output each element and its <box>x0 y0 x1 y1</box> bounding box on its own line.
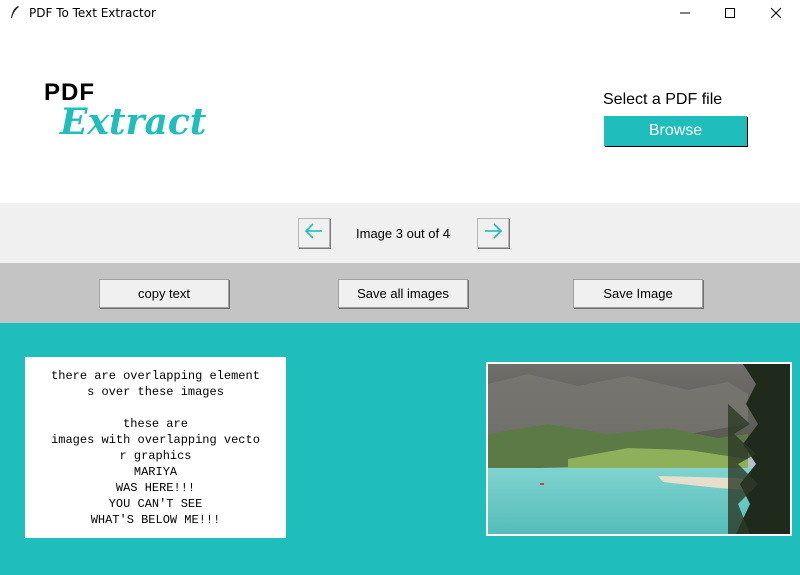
title-bar: PDF To Text Extractor <box>0 0 800 26</box>
maximize-button[interactable] <box>707 0 753 26</box>
text-line: there are overlapping element <box>51 369 260 383</box>
text-line: these are <box>123 417 188 431</box>
save-all-images-button[interactable]: Save all images <box>338 279 468 308</box>
text-line: r graphics <box>119 449 192 463</box>
minimize-icon <box>679 7 691 19</box>
save-image-button[interactable]: Save Image <box>573 279 703 308</box>
copy-text-button[interactable]: copy text <box>99 279 229 308</box>
text-line: images with overlapping vecto <box>51 433 260 447</box>
arrow-left-icon <box>304 222 324 244</box>
logo-extract-text: Extract <box>60 101 207 143</box>
close-icon <box>770 7 782 19</box>
window-title: PDF To Text Extractor <box>29 6 156 20</box>
extracted-text-panel: there are overlapping element s over the… <box>25 357 286 538</box>
text-line: WHAT'S BELOW ME!!! <box>90 513 221 527</box>
extracted-image-preview <box>486 362 792 536</box>
text-line: YOU CAN'T SEE <box>108 497 203 511</box>
close-button[interactable] <box>753 0 799 26</box>
text-line: WAS HERE!!! <box>115 481 196 495</box>
minimize-button[interactable] <box>662 0 708 26</box>
previous-image-button[interactable] <box>298 218 330 248</box>
image-counter: Image 3 out of 4 <box>356 226 450 241</box>
arrow-right-icon <box>483 222 503 244</box>
text-line: s over these images <box>87 385 224 399</box>
maximize-icon <box>724 7 736 19</box>
feather-icon <box>9 5 21 19</box>
text-line: MARIYA <box>133 465 178 479</box>
browse-button[interactable]: Browse <box>604 116 747 146</box>
text-line <box>25 400 286 416</box>
next-image-button[interactable] <box>477 218 509 248</box>
select-pdf-label: Select a PDF file <box>603 91 723 108</box>
